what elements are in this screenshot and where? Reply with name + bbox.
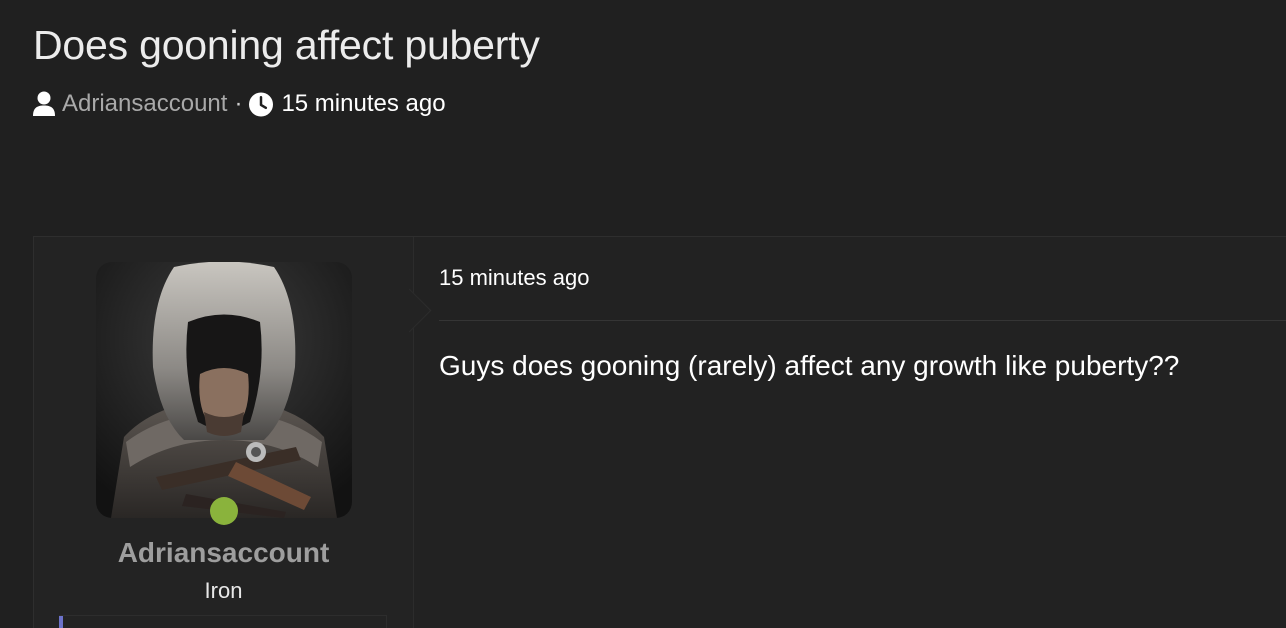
- avatar[interactable]: [96, 262, 352, 518]
- topic-time: 15 minutes ago: [281, 90, 446, 117]
- user-icon: [32, 91, 56, 117]
- meta-separator: ·: [234, 90, 243, 117]
- post-divider: [439, 320, 1286, 321]
- post: Adriansaccount Iron 15 minutes ago Guys …: [33, 236, 1286, 628]
- post-author-username[interactable]: Adriansaccount: [34, 537, 413, 569]
- author-stats-box: [59, 615, 387, 628]
- post-content: Guys does gooning (rarely) affect any gr…: [439, 350, 1180, 381]
- post-author-rank: Iron: [204, 578, 243, 603]
- topic-author-link[interactable]: Adriansaccount: [62, 90, 227, 118]
- topic-title: Does gooning affect puberty: [33, 22, 540, 68]
- online-status-indicator: [210, 497, 238, 525]
- post-time[interactable]: 15 minutes ago: [439, 265, 589, 291]
- post-body: 15 minutes ago Guys does gooning (rarely…: [439, 237, 1286, 628]
- topic-page: Does gooning affect puberty Adriansaccou…: [0, 0, 1286, 628]
- clock-icon: [249, 91, 274, 117]
- post-author-pane: Adriansaccount Iron: [34, 237, 414, 628]
- topic-meta: Adriansaccount · 15 minutes ago: [32, 89, 446, 119]
